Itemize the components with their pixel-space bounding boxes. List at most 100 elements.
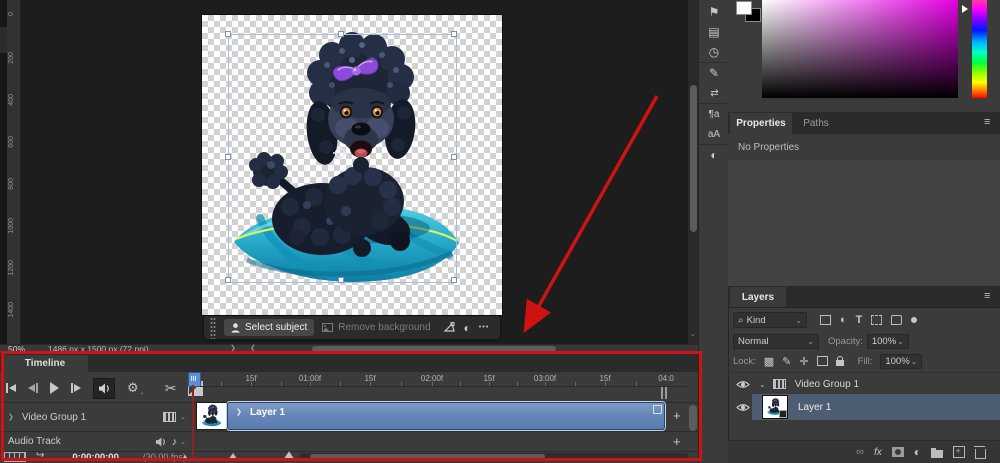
libraries-icon[interactable]: ▤: [699, 22, 729, 42]
transform-handle-n[interactable]: [338, 31, 344, 37]
play-button[interactable]: [50, 382, 59, 394]
filter-pin-icon[interactable]: [911, 317, 917, 323]
glyphs-icon[interactable]: aA: [699, 124, 729, 144]
new-group-icon[interactable]: [931, 450, 943, 458]
link-layers-icon[interactable]: ∞: [856, 446, 864, 458]
canvas-vscrollbar[interactable]: ⌄: [688, 0, 698, 344]
track-menu-caret-icon[interactable]: ⌄: [180, 438, 186, 446]
crop-transform-icon[interactable]: [443, 322, 456, 334]
layer-row-layer1[interactable]: Layer 1: [728, 394, 1000, 420]
filter-smart-object-icon[interactable]: [891, 315, 902, 325]
filmstrip-icon[interactable]: [163, 412, 176, 422]
color-field[interactable]: [762, 0, 958, 98]
canvas-vscroll-thumb[interactable]: [690, 85, 697, 232]
video-group-track-header[interactable]: ❯ Video Group 1 ⌄: [0, 403, 194, 431]
lock-transparency-icon[interactable]: ▩: [764, 355, 774, 368]
lock-pixels-icon[interactable]: ✎: [782, 355, 791, 368]
add-audio-track-button[interactable]: +: [673, 434, 681, 449]
adjustments-icon[interactable]: ◐: [464, 321, 471, 335]
adjustments-icon[interactable]: ◐: [699, 145, 729, 165]
transform-handle-se[interactable]: [451, 277, 457, 283]
add-mask-icon[interactable]: [892, 447, 904, 457]
scroll-down-icon[interactable]: ⌄: [690, 330, 696, 338]
timeline-zoom-slider-handle[interactable]: [229, 453, 237, 459]
delete-layer-icon[interactable]: [975, 449, 986, 459]
track-menu-caret-icon[interactable]: ⌄: [180, 413, 186, 421]
canvas-hscroll-thumb[interactable]: [312, 346, 556, 352]
frame-flip-icon[interactable]: [4, 452, 26, 462]
clip-thumbnail[interactable]: [196, 402, 227, 430]
brushes-icon[interactable]: ⇄: [699, 83, 729, 103]
timeline-hscrollbar[interactable]: [300, 453, 688, 460]
transform-handle-ne[interactable]: [451, 31, 457, 37]
adjustment-layer-icon[interactable]: ◐: [914, 445, 921, 459]
split-clip-button[interactable]: ✂: [165, 380, 177, 397]
timeline-ruler[interactable]: 15f 01:00f 15f 02:00f 15f 03:00f 15f 04:…: [196, 372, 688, 387]
brush-settings-icon[interactable]: ✎: [699, 63, 729, 83]
work-area-end-marker[interactable]: [661, 387, 667, 399]
layer-row-video-group[interactable]: ⌄ Video Group 1: [728, 372, 1000, 395]
video-group-icon: [773, 379, 786, 389]
filter-shape-icon[interactable]: [871, 315, 882, 325]
add-video-track-button[interactable]: +: [673, 408, 681, 423]
hscroll-left-icon[interactable]: ❮: [250, 344, 256, 352]
layers-menu-icon[interactable]: ≡: [984, 290, 990, 302]
layer-style-icon[interactable]: fx: [874, 447, 882, 458]
mute-audio-button[interactable]: [93, 378, 115, 399]
timeline-settings-button[interactable]: ⚙ ⌄: [127, 380, 145, 396]
previous-frame-button[interactable]: [28, 383, 38, 393]
timeline-zoom-in-icon[interactable]: [284, 451, 294, 459]
timeline-zoom-out-icon[interactable]: [182, 455, 188, 459]
clip-disclosure-icon[interactable]: ❯: [236, 408, 242, 416]
taskbar-grip-handle[interactable]: [210, 317, 216, 339]
timeline-vscroll-thumb[interactable]: [689, 405, 697, 431]
lock-artboard-icon[interactable]: [817, 356, 828, 366]
visibility-eye-icon[interactable]: [736, 403, 750, 412]
group-expand-icon[interactable]: ⌄: [759, 380, 766, 389]
visibility-eye-icon[interactable]: [736, 380, 750, 389]
fill-field[interactable]: 100% ⌄: [880, 354, 922, 369]
lock-position-icon[interactable]: ✛: [799, 355, 808, 368]
timeline-clip-layer1[interactable]: ❯ Layer 1: [227, 402, 665, 430]
hue-slider[interactable]: [972, 0, 987, 98]
status-expand-icon[interactable]: ❯: [230, 344, 236, 352]
gear-icon: ⚙: [127, 380, 139, 396]
layers-tab[interactable]: Layers: [730, 287, 786, 307]
layer-thumbnail[interactable]: [762, 395, 788, 419]
audio-track-header[interactable]: Audio Track ♪ ⌄: [0, 432, 194, 451]
transform-handle-sw[interactable]: [225, 277, 231, 283]
go-to-first-frame-button[interactable]: [6, 383, 16, 393]
transform-handle-nw[interactable]: [225, 31, 231, 37]
opacity-field[interactable]: 100% ⌄: [867, 334, 909, 349]
transform-handle-w[interactable]: [225, 154, 231, 160]
properties-menu-icon[interactable]: ≡: [984, 116, 990, 128]
foreground-color-swatch[interactable]: [736, 1, 752, 15]
paths-tab[interactable]: Paths: [796, 113, 836, 134]
filter-type-icon[interactable]: T: [856, 314, 863, 326]
next-frame-button[interactable]: [71, 383, 81, 393]
playhead[interactable]: [188, 372, 201, 387]
music-note-icon[interactable]: ♪: [172, 436, 178, 448]
transform-handle-s[interactable]: [338, 277, 344, 283]
reference-point-icon[interactable]: [333, 146, 347, 160]
new-layer-icon[interactable]: [953, 446, 965, 458]
character-icon[interactable]: ¶a: [699, 104, 729, 124]
timeline-tab[interactable]: Timeline: [2, 355, 88, 372]
history-icon[interactable]: ◷: [699, 42, 729, 62]
lock-all-icon[interactable]: [836, 360, 844, 366]
select-subject-button[interactable]: Select subject: [224, 319, 314, 336]
speaker-icon[interactable]: [155, 437, 166, 447]
layer-filter-dropdown[interactable]: ⌕ Kind ⌄: [733, 312, 807, 328]
timeline-hscroll-thumb[interactable]: [310, 454, 545, 459]
share-icon[interactable]: ⚑: [699, 2, 729, 22]
remove-background-button[interactable]: Remove background: [322, 322, 430, 333]
zoom-level-field[interactable]: 50%: [8, 344, 25, 354]
filter-adjustment-icon[interactable]: ◐: [840, 314, 847, 326]
blend-mode-dropdown[interactable]: Normal ⌄: [733, 334, 819, 349]
transform-handle-e[interactable]: [451, 154, 457, 160]
properties-tab[interactable]: Properties: [730, 113, 792, 134]
filter-image-icon[interactable]: [820, 315, 831, 325]
disclosure-icon[interactable]: ❯: [8, 413, 14, 421]
taskbar-more-icon[interactable]: •••: [479, 324, 489, 331]
render-video-icon[interactable]: ↪: [36, 450, 44, 461]
